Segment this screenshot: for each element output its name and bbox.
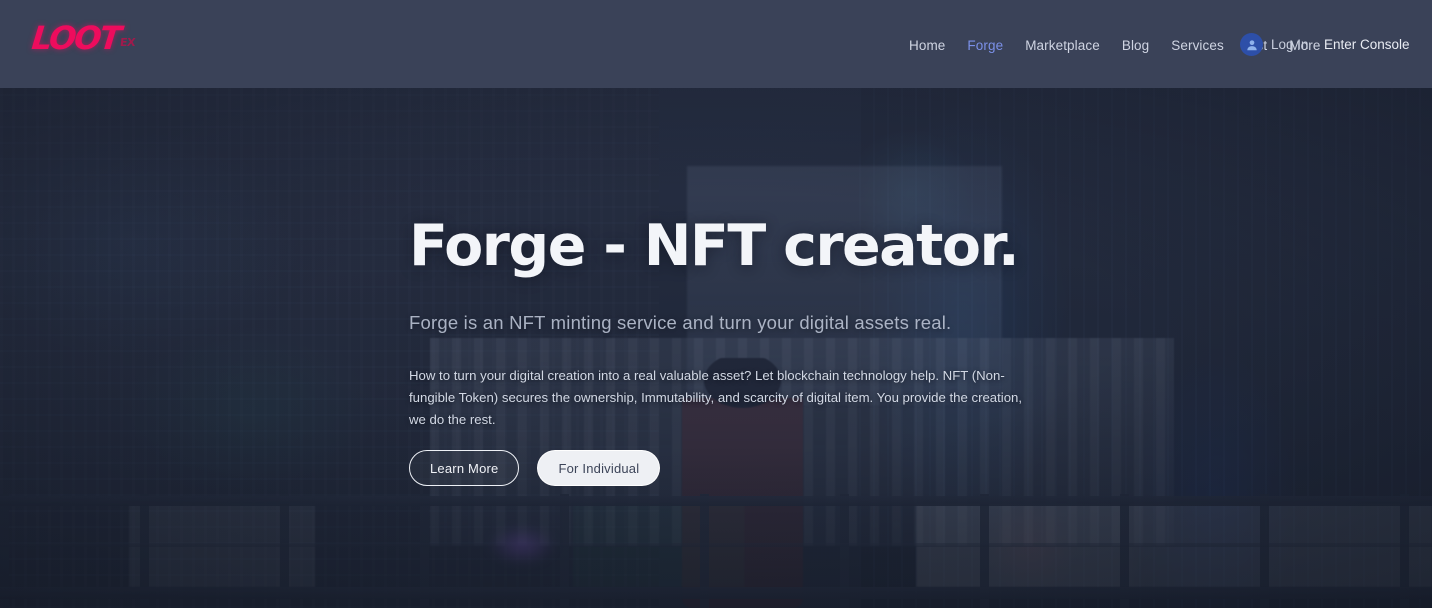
user-avatar-icon (1240, 33, 1263, 56)
hero-paragraph: How to turn your digital creation into a… (409, 368, 1023, 427)
nav-item-forge[interactable]: Forge (956, 36, 1014, 55)
learn-more-button[interactable]: Learn More (409, 450, 520, 486)
logo-suffix: EX (119, 36, 137, 49)
login-control[interactable]: Log In (1240, 33, 1309, 56)
hero-section: Forge - NFT creator. Forge is an NFT min… (0, 88, 1432, 608)
landing-page: LOOT EX Home Forge Marketplace Blog Serv… (0, 0, 1432, 608)
nav-item-blog[interactable]: Blog (1111, 36, 1160, 55)
nav-item-services[interactable]: Services (1160, 36, 1235, 55)
logo-wordmark: LOOT (30, 19, 122, 57)
for-individual-button[interactable]: For Individual (537, 450, 661, 486)
site-logo[interactable]: LOOT EX (30, 19, 137, 57)
hero-headline: Forge - NFT creator. (409, 213, 1020, 279)
hero-content: Forge - NFT creator. Forge is an NFT min… (409, 88, 1069, 608)
hero-subheadline: Forge is an NFT minting service and turn… (409, 312, 952, 333)
nav-item-home[interactable]: Home (898, 36, 956, 55)
nav-item-marketplace[interactable]: Marketplace (1014, 36, 1111, 55)
login-label: Log In (1271, 37, 1309, 52)
hero-cta-row: Learn More For Individual (409, 450, 661, 486)
enter-console-link[interactable]: Enter Console (1324, 37, 1410, 52)
site-header: LOOT EX Home Forge Marketplace Blog Serv… (0, 0, 1432, 88)
